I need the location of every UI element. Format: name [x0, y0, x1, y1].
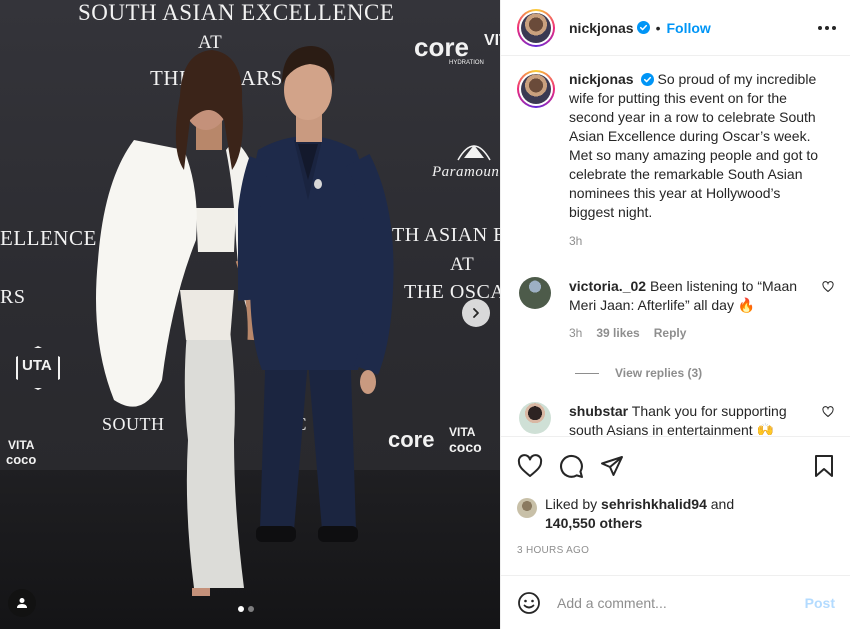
caption-time[interactable]: 3h	[569, 232, 825, 251]
commenter-username[interactable]: victoria._02	[569, 278, 646, 294]
view-replies-button[interactable]: View replies (3)	[575, 366, 834, 380]
carousel-next-button[interactable]	[462, 299, 490, 327]
paper-plane-icon	[601, 456, 623, 476]
post-header: nickjonas • Follow	[501, 0, 850, 56]
man-figure	[238, 46, 394, 542]
comment-item: shubstar Thank you for supporting south …	[517, 402, 834, 435]
verified-badge-icon	[640, 73, 654, 86]
paramount-mountain-icon	[457, 145, 491, 161]
likes-prefix: Liked by	[545, 496, 598, 512]
bookmark-icon	[815, 455, 833, 477]
verified-badge-icon	[636, 21, 650, 34]
uta-logo: UTA	[22, 357, 52, 374]
commenter-avatar[interactable]	[519, 402, 551, 434]
author-username[interactable]: nickjonas	[569, 20, 634, 36]
carousel-dot-active	[238, 606, 244, 612]
liker-avatar[interactable]	[517, 498, 537, 518]
comment-time[interactable]: 3h	[569, 324, 582, 343]
comment-like-heart-icon[interactable]	[822, 406, 834, 418]
like-button[interactable]	[517, 454, 543, 478]
instagram-post-modal: SOUTH ASIAN EXCELLENCE AT THE OSCARS ELL…	[0, 0, 850, 629]
post-details-panel: nickjonas • Follow nickjonas So proud of…	[500, 0, 850, 629]
post-timestamp[interactable]: 3 HOURS AGO	[501, 545, 850, 556]
carousel-indicator	[238, 606, 254, 612]
post-comment-button[interactable]: Post	[805, 595, 835, 611]
comment-like-heart-icon[interactable]	[822, 281, 834, 293]
vita-logo-left: VITA	[8, 438, 35, 452]
likes-others-count[interactable]: 140,550 others	[545, 515, 642, 531]
core-hydration-tag: HYDRATION	[449, 60, 484, 66]
author-avatar[interactable]	[517, 8, 555, 47]
core-logo-top: core	[414, 32, 469, 62]
action-bar	[501, 437, 850, 495]
post-photo[interactable]: SOUTH ASIAN EXCELLENCE AT THE OSCARS ELL…	[0, 0, 500, 629]
backdrop-rs-left: RS	[0, 286, 26, 308]
caption-username[interactable]: nickjonas	[569, 71, 634, 87]
backdrop-excellence-left: ELLENCE	[0, 226, 97, 250]
comment-bubble-icon	[560, 454, 583, 478]
commenter-username[interactable]: shubstar	[569, 403, 628, 419]
coco-logo-bottom: coco	[449, 439, 482, 455]
comment-reply-button[interactable]: Reply	[654, 324, 687, 343]
carousel-dot	[248, 606, 254, 612]
backdrop-title-top: SOUTH ASIAN EXCELLENCE	[78, 0, 395, 25]
liker-username[interactable]: sehrishkhalid94	[601, 496, 707, 512]
backdrop-at-right: AT	[450, 254, 475, 275]
backdrop-title-right: TH ASIAN EXCE	[392, 224, 500, 246]
backdrop-oscars-right: THE OSCAR	[404, 281, 500, 303]
add-comment-bar: Post	[501, 575, 850, 629]
likes-summary: Liked by sehrishkhalid94 and 140,550 oth…	[501, 495, 850, 533]
tagged-users-button[interactable]	[8, 589, 36, 617]
more-options-icon[interactable]	[818, 25, 836, 30]
heart-icon	[517, 454, 543, 477]
vita-logo-top: VITA	[484, 32, 500, 49]
emoji-smiley-icon[interactable]	[517, 591, 541, 615]
follow-button[interactable]: Follow	[667, 20, 711, 36]
likes-connector: and	[710, 496, 735, 512]
comment-item: victoria._02 Been listening to “Maan Mer…	[517, 277, 834, 343]
vita-logo-bottom: VITA	[449, 425, 476, 439]
share-button[interactable]	[600, 454, 624, 478]
header-separator: •	[655, 19, 661, 36]
post-caption: nickjonas So proud of my incredible wife…	[517, 70, 834, 251]
save-button[interactable]	[813, 454, 835, 478]
coco-logo-left: coco	[6, 452, 37, 467]
comments-scroll-area[interactable]: nickjonas So proud of my incredible wife…	[501, 56, 850, 435]
user-icon	[17, 598, 27, 608]
caption-avatar[interactable]	[517, 70, 555, 108]
view-replies-label: View replies (3)	[615, 366, 703, 380]
caption-text: So proud of my incredible wife for putti…	[569, 71, 819, 220]
paramount-logo: Paramount	[432, 164, 500, 180]
comment-likes[interactable]: 39 likes	[596, 324, 639, 343]
post-actions-section: Liked by sehrishkhalid94 and 140,550 oth…	[501, 436, 850, 556]
chevron-right-icon	[473, 308, 479, 318]
comment-input[interactable]	[557, 594, 787, 611]
comment-button[interactable]	[559, 454, 584, 479]
commenter-avatar[interactable]	[519, 277, 551, 309]
